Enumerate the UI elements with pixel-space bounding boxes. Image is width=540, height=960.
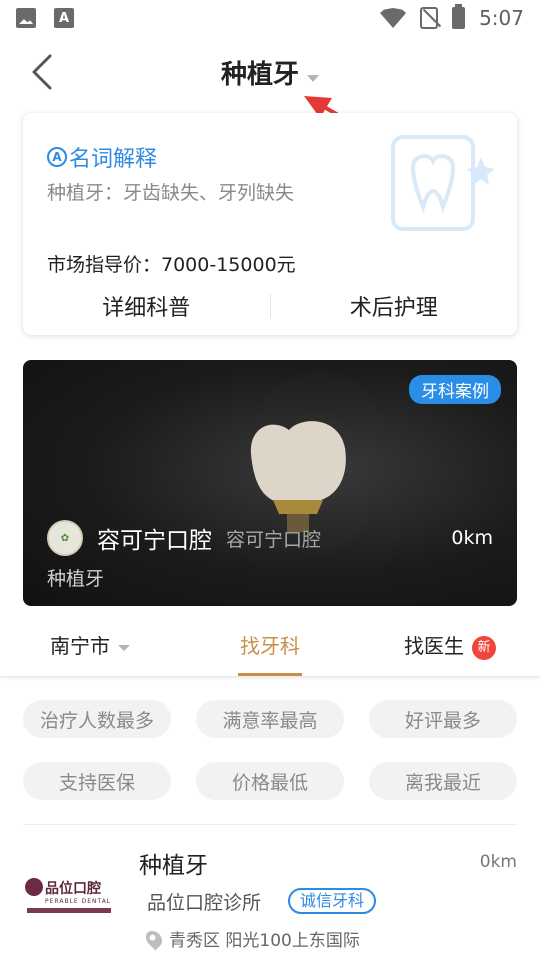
logo-bar <box>27 908 111 913</box>
logo-text: 品位口腔 <box>45 881 101 897</box>
divider <box>0 676 540 678</box>
caret-down-icon <box>118 644 130 651</box>
filter-chips: 治疗人数最多 满意率最高 好评最多 支持医保 价格最低 离我最近 <box>23 700 517 800</box>
term-explanation-card: A 名词解释 种植牙：牙齿缺失、牙列缺失 市场指导价：7000-15000元 详… <box>23 113 517 335</box>
clinic-avatar: ✿ <box>47 520 83 556</box>
clinic-logo: 品位口腔 PERABLE DENTAL <box>23 876 119 920</box>
item-clinic-name: 品位口腔诊所 <box>147 892 262 914</box>
clinic-name: 容可宁口腔 <box>97 528 212 554</box>
list-item[interactable]: 品位口腔 PERABLE DENTAL 种植牙 0km 品位口腔诊所 诚信牙科 … <box>23 840 517 960</box>
tab-city-label: 南宁市 <box>50 634 110 658</box>
item-distance: 0km <box>479 852 517 872</box>
case-procedure: 种植牙 <box>47 568 105 590</box>
location-pin-icon <box>142 927 166 950</box>
tab-city[interactable]: 南宁市 <box>0 612 180 676</box>
filter-nearest[interactable]: 离我最近 <box>369 762 517 800</box>
divider <box>23 824 517 825</box>
market-price: 市场指导价：7000-15000元 <box>47 254 296 276</box>
caret-down-icon <box>307 75 319 82</box>
tab-find-dentistry-label: 找牙科 <box>240 634 300 658</box>
clinic-subname: 容可宁口腔 <box>226 528 322 551</box>
globe-icon <box>25 878 43 896</box>
tooth-watermark-icon <box>391 135 495 231</box>
item-address-text: 青秀区 阳光100上东国际 <box>169 931 360 951</box>
tab-find-doctor[interactable]: 找医生新 <box>360 612 540 676</box>
post-op-care-button[interactable]: 术后护理 <box>271 290 518 322</box>
item-title: 种植牙 <box>139 853 208 879</box>
filter-most-reviews[interactable]: 好评最多 <box>369 700 517 738</box>
page-title: 种植牙 <box>220 60 299 90</box>
detail-science-button[interactable]: 详细科普 <box>23 290 270 322</box>
dental-case-card[interactable]: 牙科案例 ✿ 容可宁口腔 容可宁口腔 0km 种植牙 <box>23 360 517 606</box>
case-distance: 0km <box>451 527 493 549</box>
term-a-icon: A <box>47 147 67 167</box>
tab-find-dentistry[interactable]: 找牙科 <box>180 612 360 676</box>
a-icon: A <box>54 8 74 28</box>
case-tag: 牙科案例 <box>409 375 501 404</box>
item-address: 青秀区 阳光100上东国际 <box>142 926 360 951</box>
tab-find-doctor-label: 找医生 <box>404 634 464 658</box>
title-dropdown[interactable]: 种植牙 <box>0 54 540 91</box>
battery-charging-icon <box>452 4 466 29</box>
filter-medical-insurance[interactable]: 支持医保 <box>23 762 171 800</box>
term-heading-label: 名词解释 <box>69 147 158 172</box>
trust-badge: 诚信牙科 <box>288 888 377 914</box>
filter-highest-satisfaction[interactable]: 满意率最高 <box>196 700 344 738</box>
new-badge: 新 <box>472 635 496 660</box>
term-description: 种植牙：牙齿缺失、牙列缺失 <box>47 182 295 204</box>
status-bar: A 5:07 <box>0 0 540 36</box>
image-icon <box>16 8 36 28</box>
dental-crown-image <box>250 421 346 532</box>
filter-lowest-price[interactable]: 价格最低 <box>196 762 344 800</box>
wifi-icon <box>380 8 407 28</box>
tab-bar: 南宁市 找牙科 找医生新 <box>0 612 540 676</box>
case-info: ✿ 容可宁口腔 容可宁口腔 0km 种植牙 <box>47 520 493 591</box>
term-heading: A 名词解释 <box>47 141 157 173</box>
card-actions: 详细科普 术后护理 <box>23 277 517 335</box>
header: 种植牙 <box>0 36 540 106</box>
logo-subtext: PERABLE DENTAL <box>45 898 112 905</box>
filter-most-treated[interactable]: 治疗人数最多 <box>23 700 171 738</box>
no-sim-icon <box>420 7 439 29</box>
status-time: 5:07 <box>479 6 524 30</box>
